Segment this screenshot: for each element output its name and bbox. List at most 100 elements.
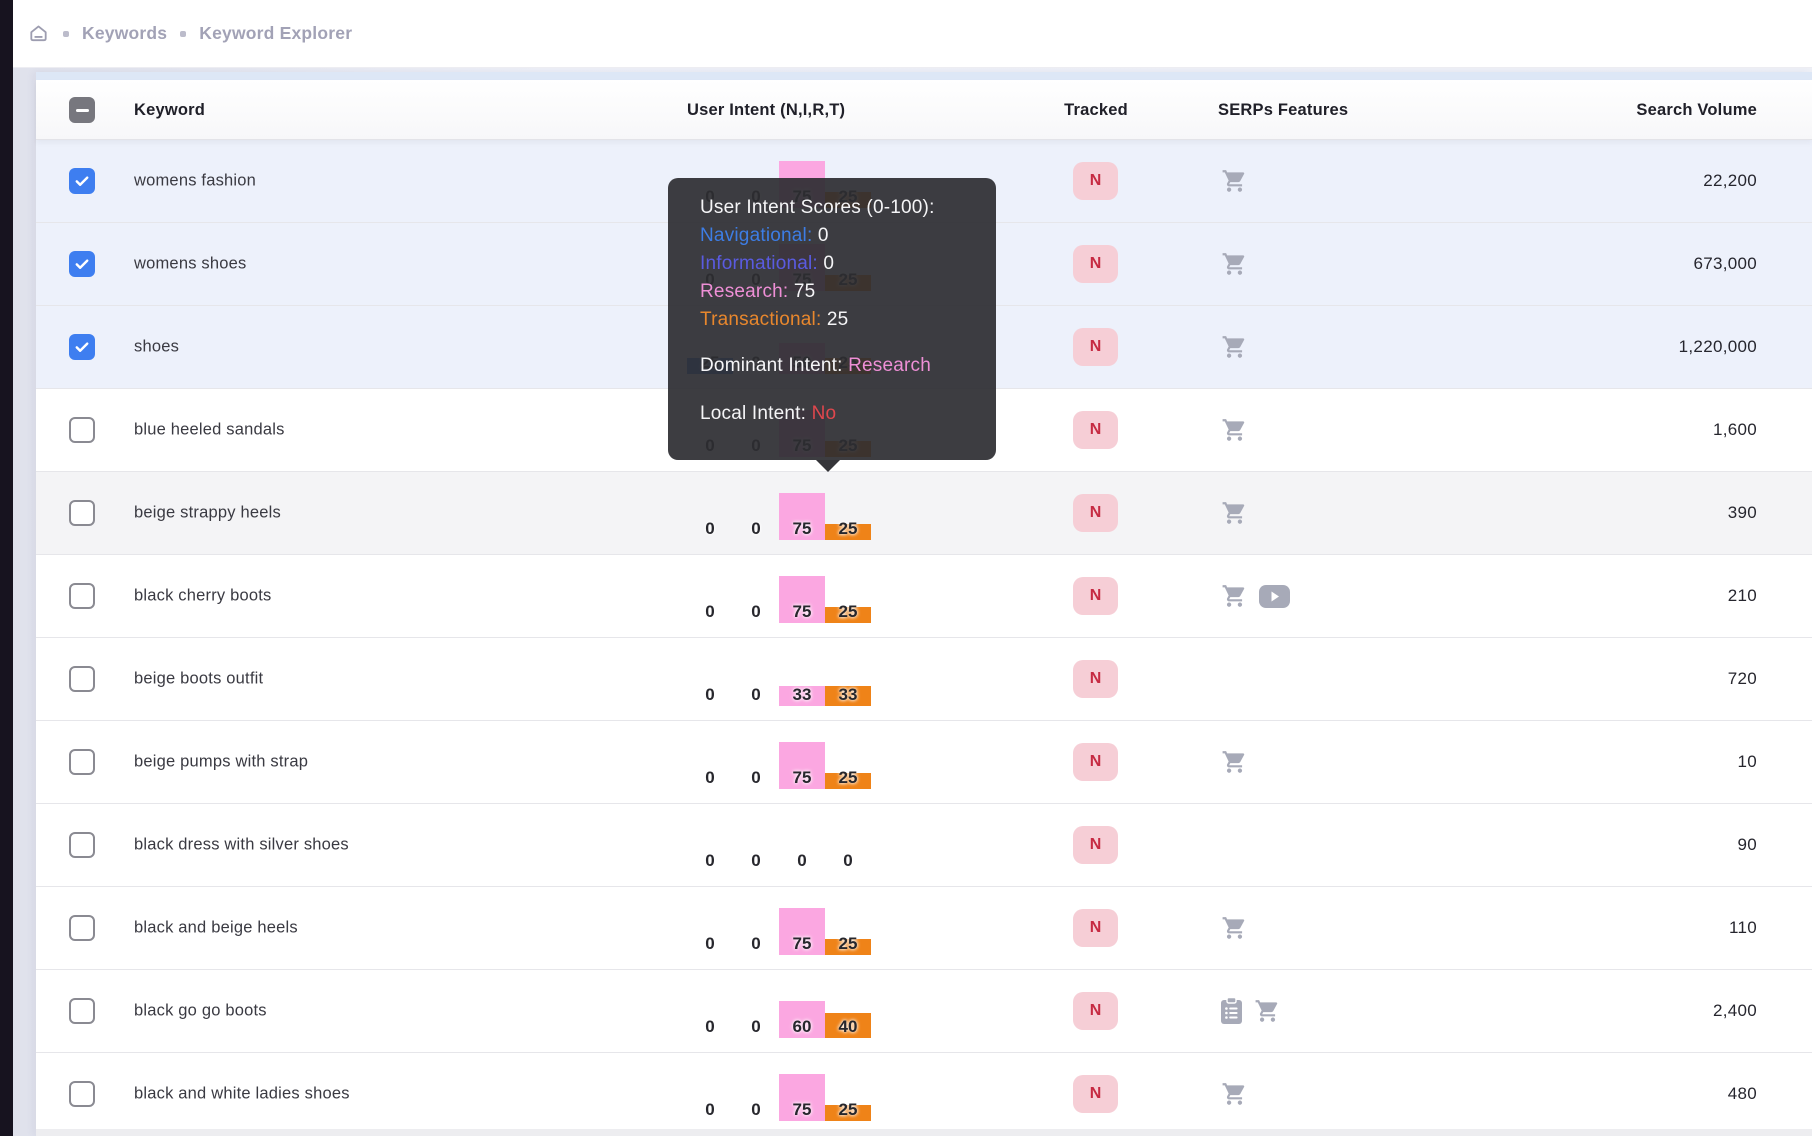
- shopping-cart-icon: [1255, 1000, 1278, 1022]
- row-checkbox[interactable]: [69, 583, 95, 609]
- column-header-user-intent[interactable]: User Intent (N,I,R,T): [687, 80, 845, 140]
- dominant-intent-label: Dominant Intent:: [700, 355, 843, 376]
- row-checkbox[interactable]: [69, 334, 95, 360]
- table-row[interactable]: beige pumps with strap 0 0 75 25 N 10: [36, 721, 1812, 804]
- tooltip-score-line: Transactional: 25: [700, 306, 996, 334]
- intent-bar-r: 60: [779, 1001, 825, 1038]
- intent-bar-r: 75: [779, 576, 825, 623]
- search-volume-value: 390: [1727, 503, 1757, 522]
- table-row[interactable]: beige boots outfit 0 0 33 33 N 720: [36, 638, 1812, 721]
- row-checkbox[interactable]: [69, 832, 95, 858]
- keyword-label: beige boots outfit: [134, 669, 264, 688]
- keyword-label: black dress with silver shoes: [134, 835, 349, 854]
- tracked-badge[interactable]: N: [1073, 411, 1118, 449]
- column-header-tracked[interactable]: Tracked: [1046, 80, 1146, 140]
- table-row[interactable]: black and beige heels 0 0 75 25 N 110: [36, 887, 1812, 970]
- shopping-cart-icon: [1222, 253, 1245, 275]
- column-header-keyword[interactable]: Keyword: [134, 80, 205, 140]
- intent-value: 0: [705, 768, 715, 787]
- score-value: 0: [812, 225, 829, 246]
- table-row[interactable]: black and white ladies shoes 0 0 75 25 N 480: [36, 1053, 1812, 1129]
- tracked-badge[interactable]: N: [1073, 743, 1118, 781]
- score-label: Informational:: [700, 253, 818, 274]
- intent-bars[interactable]: 0 0 33 33: [687, 642, 871, 706]
- home-icon[interactable]: [27, 22, 50, 45]
- intent-bars[interactable]: 0 0 75 25: [687, 476, 871, 540]
- dominant-intent-value: Research: [848, 355, 932, 376]
- serp-features: [1220, 915, 1249, 941]
- search-volume-value: 1,220,000: [1678, 337, 1757, 356]
- tracked-badge[interactable]: N: [1073, 660, 1118, 698]
- score-label: Transactional:: [700, 309, 822, 330]
- breadcrumb-item-keyword-explorer[interactable]: Keyword Explorer: [199, 23, 352, 44]
- intent-bar-t: 25: [825, 602, 871, 623]
- column-header-serps-features[interactable]: SERPs Features: [1218, 80, 1348, 140]
- tooltip-local-intent: Local Intent: No: [700, 400, 996, 428]
- search-volume-value: 480: [1727, 1084, 1757, 1103]
- table-row[interactable]: black go go boots 0 0 60 40 N 2,400: [36, 970, 1812, 1053]
- intent-tooltip: User Intent Scores (0-100): Navigational…: [668, 178, 996, 472]
- search-volume-value: 720: [1727, 669, 1757, 688]
- score-value: 0: [817, 253, 835, 274]
- select-all-checkbox[interactable]: [69, 97, 95, 123]
- intent-bars[interactable]: 0 0 75 25: [687, 891, 871, 955]
- row-checkbox[interactable]: [69, 1081, 95, 1107]
- intent-bars[interactable]: 0 0 60 40: [687, 974, 871, 1038]
- search-volume-value: 90: [1737, 835, 1757, 854]
- intent-bars[interactable]: 0 0 0 0: [687, 808, 871, 872]
- intent-bars[interactable]: 0 0 75 25: [687, 725, 871, 789]
- intent-value: 0: [705, 685, 715, 704]
- intent-value: 25: [838, 602, 858, 621]
- row-checkbox[interactable]: [69, 417, 95, 443]
- keyword-label: black and beige heels: [134, 918, 298, 937]
- intent-value: 0: [751, 851, 761, 870]
- table-header-row: Keyword User Intent (N,I,R,T) Tracked SE…: [36, 80, 1812, 140]
- tracked-badge[interactable]: N: [1073, 992, 1118, 1030]
- intent-bar-r: 75: [779, 493, 825, 540]
- check-icon: [75, 259, 89, 269]
- serp-features: [1220, 500, 1249, 526]
- serp-features: [1220, 251, 1249, 277]
- row-checkbox[interactable]: [69, 251, 95, 277]
- table-row[interactable]: black dress with silver shoes 0 0 0 0 N 90: [36, 804, 1812, 887]
- tracked-badge[interactable]: N: [1073, 826, 1118, 864]
- row-checkbox[interactable]: [69, 168, 95, 194]
- intent-bar-r: 75: [779, 742, 825, 789]
- tracked-badge[interactable]: N: [1073, 494, 1118, 532]
- intent-value: 33: [792, 685, 812, 704]
- search-volume-value: 210: [1727, 586, 1757, 605]
- table-row[interactable]: black cherry boots 0 0 75 25 N 210: [36, 555, 1812, 638]
- tracked-badge[interactable]: N: [1073, 1075, 1118, 1113]
- intent-value: 0: [751, 519, 761, 538]
- tracked-badge[interactable]: N: [1073, 577, 1118, 615]
- row-checkbox[interactable]: [69, 500, 95, 526]
- intent-bars[interactable]: 0 0 75 25: [687, 1057, 871, 1121]
- intent-value: 75: [792, 1100, 812, 1119]
- intent-value: 0: [751, 1017, 761, 1036]
- row-checkbox[interactable]: [69, 915, 95, 941]
- score-value: 25: [821, 309, 849, 330]
- keyword-label: womens fashion: [134, 171, 257, 190]
- tracked-badge[interactable]: N: [1073, 328, 1118, 366]
- intent-value: 0: [843, 851, 853, 870]
- table-row[interactable]: beige strappy heels 0 0 75 25 N 390: [36, 472, 1812, 555]
- intent-value: 0: [705, 602, 715, 621]
- tracked-badge[interactable]: N: [1073, 909, 1118, 947]
- keyword-label: black and white ladies shoes: [134, 1084, 350, 1103]
- breadcrumb-separator: [180, 30, 187, 37]
- intent-bar-r: 75: [779, 1074, 825, 1121]
- breadcrumb-item-keywords[interactable]: Keywords: [82, 23, 167, 44]
- row-checkbox[interactable]: [69, 749, 95, 775]
- tracked-badge[interactable]: N: [1073, 162, 1118, 200]
- clipboard-icon: [1221, 997, 1242, 1024]
- row-checkbox[interactable]: [69, 666, 95, 692]
- shopping-cart-icon: [1222, 751, 1245, 773]
- serp-features: [1220, 168, 1249, 194]
- row-checkbox[interactable]: [69, 998, 95, 1024]
- column-header-search-volume[interactable]: Search Volume: [1636, 80, 1757, 140]
- indeterminate-icon: [75, 108, 89, 112]
- keyword-label: womens shoes: [134, 254, 247, 273]
- local-intent-value: No: [811, 403, 837, 424]
- intent-bars[interactable]: 0 0 75 25: [687, 559, 871, 623]
- tracked-badge[interactable]: N: [1073, 245, 1118, 283]
